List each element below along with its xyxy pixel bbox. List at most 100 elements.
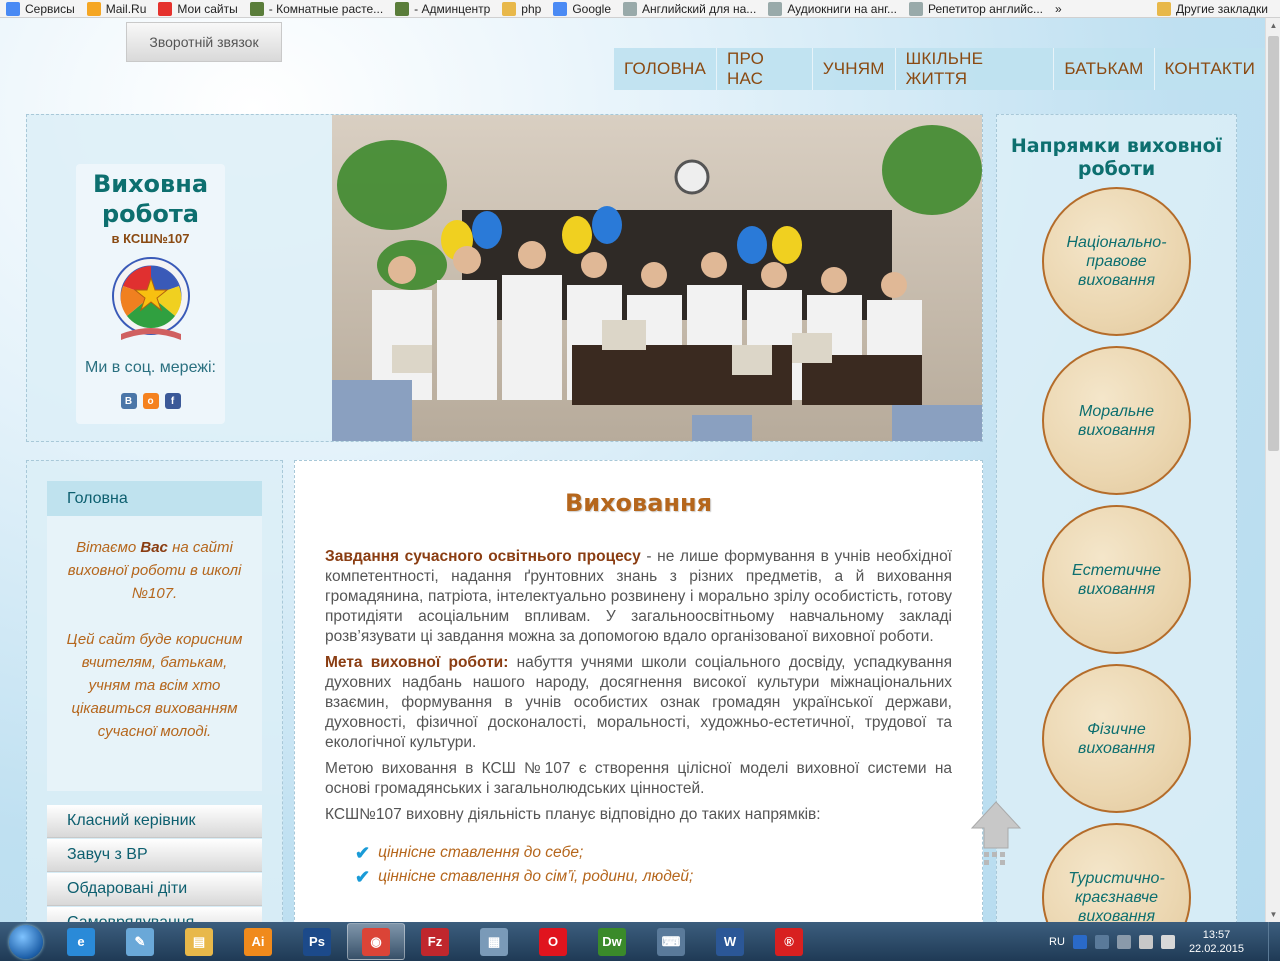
scroll-to-top-button[interactable] [970,800,1022,870]
bookmark-label: - Админцентр [414,1,491,16]
taskbar-button[interactable]: Ps [288,923,346,960]
menu-item[interactable]: Обдаровані діти [47,873,262,906]
bookmark-item[interactable]: Мои сайты [152,0,243,17]
taskbar-button[interactable]: e [52,923,110,960]
welcome-text-a: Вітаємо [76,539,141,556]
help-icon[interactable] [1072,934,1087,949]
apps-icon [6,1,20,16]
vertical-scrollbar[interactable]: ▲ ▼ [1265,18,1280,922]
facebook-icon[interactable]: f [164,393,181,409]
main-content: Виховання Завдання сучасного освітнього … [294,460,983,922]
bookmark-item[interactable]: Google [547,0,617,17]
direction-circle[interactable]: Моральне виховання [1042,346,1191,495]
language-indicator[interactable]: RU [1049,936,1065,948]
bookmark-item[interactable]: Аудиокниги на анг... [762,0,903,17]
start-button[interactable] [0,922,52,961]
page-icon [768,1,783,16]
nav-item[interactable]: УЧНЯМ [813,48,896,90]
notes-icon: ✎ [126,927,154,956]
menu-item[interactable]: Класний керівник [47,805,262,838]
taskbar-button[interactable]: Dw [583,923,641,960]
show-desktop-button[interactable] [1268,922,1280,961]
taskbar-button[interactable]: ◉ [347,923,405,960]
site-subtitle: в КСШ№107 [111,231,190,246]
dreamweaver-icon: Dw [598,927,626,956]
taskbar-button[interactable]: ✎ [111,923,169,960]
flag-icon[interactable] [1138,934,1153,949]
nav-item[interactable]: ПРО НАС [717,48,813,90]
odnoklassniki-icon[interactable]: о [142,393,159,409]
bookmark-item[interactable]: Репетитор английс... [903,0,1049,17]
goal-heading: Мета виховної роботи: [325,654,509,671]
volume-icon[interactable] [1160,934,1175,949]
system-tray: RU 13:57 22.02.2015 [1049,922,1280,961]
bookmark-item[interactable]: php [496,0,547,17]
direction-circle[interactable]: Національно-правове виховання [1042,187,1191,336]
direction-circle[interactable]: Естетичне виховання [1042,505,1191,654]
ua-icon [158,1,173,16]
calculator-icon: ▦ [480,927,508,956]
google-icon [553,1,568,16]
page-icon [909,1,924,16]
header-photo [332,115,982,441]
taskbar-button[interactable]: ▦ [465,923,523,960]
bookmark-item[interactable]: - Комнатные расте... [244,0,389,17]
other-bookmarks[interactable]: Другие закладки [1151,0,1274,17]
bookmark-label: Аудиокниги на анг... [787,1,898,16]
checkmark-icon: ✔ [355,843,371,863]
class-photo-image [332,115,982,441]
photoshop-icon: Ps [303,927,331,956]
list-item-text: ціннісне ставлення до себе; [378,844,584,861]
taskbar-button[interactable]: Ai [229,923,287,960]
opera-icon: O [539,927,567,956]
folder-icon [502,1,517,16]
web-page: Зворотній звязок ГОЛОВНА ПРО НАС УЧНЯМ ШКІЛ… [0,18,1265,922]
bookmark-item[interactable]: Mail.Ru [81,0,153,17]
taskbar-button[interactable]: ⌨ [642,923,700,960]
scroll-down-icon[interactable]: ▼ [1266,907,1280,922]
nav-item[interactable]: ШКІЛЬНЕ ЖИТТЯ [896,48,1055,90]
filezilla-icon: Fz [421,927,449,956]
direction-circle[interactable]: Туристично-краєзнавче виховання [1042,823,1191,922]
taskbar-button[interactable]: O [524,923,582,960]
bookmark-label: Mail.Ru [105,1,147,16]
site-title: Виховна робота [92,170,209,228]
keyboard-icon: ⌨ [657,927,685,956]
clock-time: 13:57 [1202,928,1231,941]
list-item-text: ціннісне ставлення до сім’ї, родини, люд… [378,868,694,885]
feedback-button[interactable]: Зворотній звязок [126,22,282,62]
welcome-text: Вітаємо Вас на сайті виховної роботи в ш… [47,516,262,791]
tray-arrow-icon[interactable] [1094,934,1109,949]
vk-icon[interactable]: В [120,393,137,409]
taskbar-button[interactable]: Fz [406,923,464,960]
bookmarks-overflow-button[interactable]: » [1049,0,1068,17]
illustrator-icon: Ai [244,927,272,956]
bookmark-item[interactable]: Сервисы [0,0,81,17]
scroll-up-icon[interactable]: ▲ [1266,18,1280,33]
paragraph-goal: Мета виховної роботи: набуття учнями шко… [325,653,952,753]
menu-item[interactable]: Завуч з ВР [47,839,262,872]
taskbar-button[interactable]: ® [760,923,818,960]
clock[interactable]: 13:57 22.02.2015 [1189,928,1244,956]
paragraph-aim: Метою виховання в КСШ №107 є створення ц… [325,760,952,797]
network-icon[interactable] [1116,934,1131,949]
mailru-icon [86,1,101,16]
direction-circle[interactable]: Фізичне виховання [1042,664,1191,813]
social-icons: Воf [76,393,225,409]
scrollbar-thumb[interactable] [1268,36,1279,451]
paragraph-tasks: Завдання сучасного освітнього процесу - … [325,547,952,647]
taskbar-button[interactable]: W [701,923,759,960]
left-sidebar: Головна Вітаємо Вас на сайті виховної ро… [26,460,283,922]
ie-icon: e [67,927,95,956]
nav-item[interactable]: ГОЛОВНА [614,48,718,90]
nav-item[interactable]: КОНТАКТИ [1155,48,1265,90]
menu-item-home[interactable]: Головна [47,481,262,516]
chrome-icon: ◉ [362,927,390,956]
bookmark-item[interactable]: Английский для на... [617,0,762,17]
paragraph-plan: КСШ№107 виховну діяльність планує відпов… [325,806,821,823]
bookmark-label: - Комнатные расте... [268,1,384,16]
taskbar-button[interactable]: ▤ [170,923,228,960]
nav-item[interactable]: БАТЬКАМ [1054,48,1155,90]
menu-item[interactable]: Самоврядування [47,907,262,922]
bookmark-item[interactable]: - Админцентр [389,0,496,17]
